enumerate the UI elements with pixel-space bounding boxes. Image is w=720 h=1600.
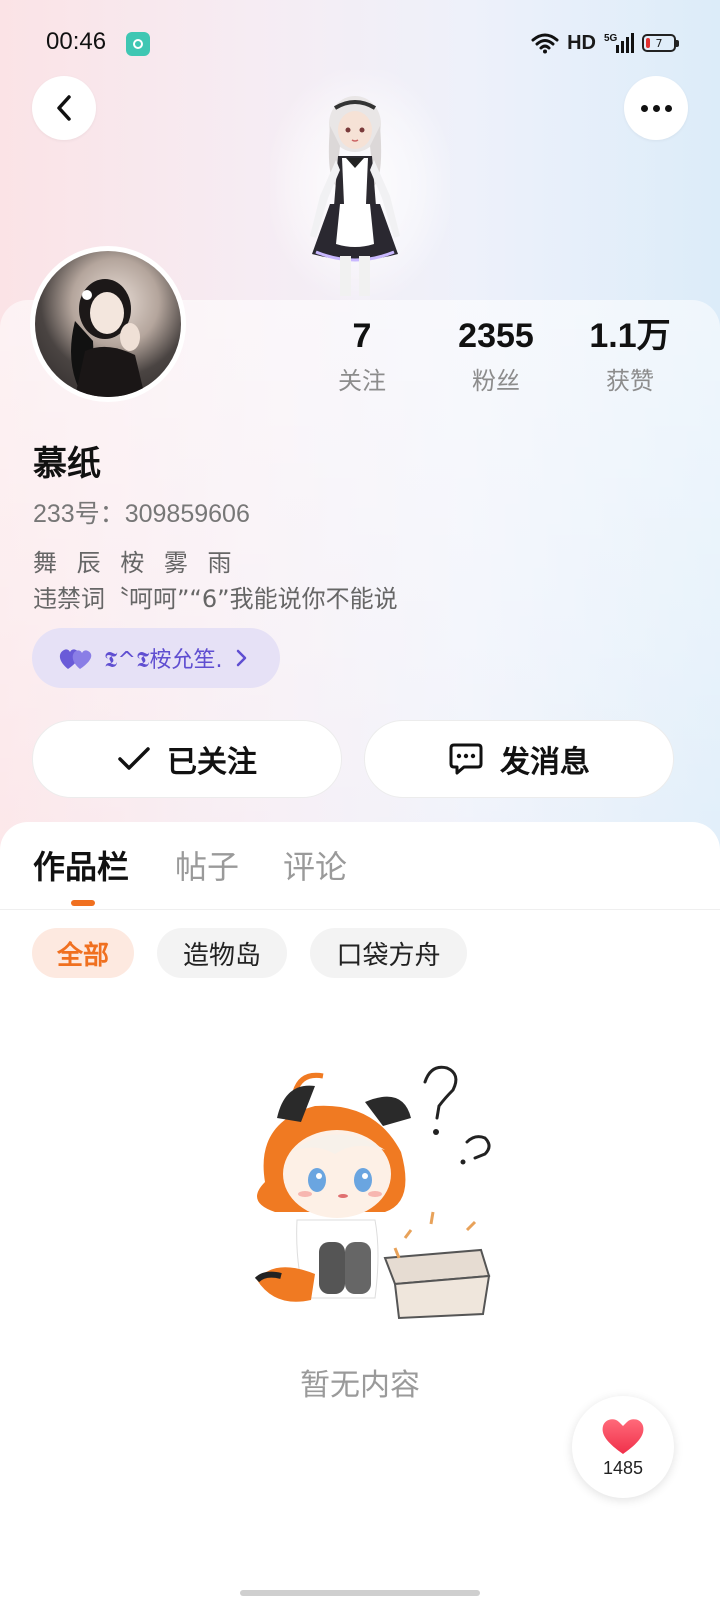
notification-app-icon xyxy=(126,32,150,56)
signal-5g-label: 5G xyxy=(604,33,618,44)
filter-chip-creation-island[interactable]: 造物岛 xyxy=(157,928,287,978)
content-tabs: 作品栏 帖子 评论 xyxy=(0,822,720,910)
battery-icon: 7 xyxy=(642,34,679,52)
filter-chip-pocket-ark[interactable]: 口袋方舟 xyxy=(310,928,467,978)
home-indicator[interactable] xyxy=(240,1590,480,1596)
like-button[interactable]: 1485 xyxy=(572,1396,674,1498)
signal-icon: 5G xyxy=(604,33,634,53)
group-name: 𝕿^𝕿桉允笙. xyxy=(104,648,223,673)
tab-works[interactable]: 作品栏 xyxy=(33,842,129,888)
tab-posts[interactable]: 帖子 xyxy=(175,842,239,888)
stat-likes[interactable]: 1.1万 获赞 xyxy=(560,316,700,396)
group-badge[interactable]: 𝕿^𝕿桉允笙. xyxy=(32,628,280,688)
followers-count: 2355 xyxy=(458,317,534,355)
back-button[interactable] xyxy=(32,76,96,140)
profile-uid: 233号：309859606 xyxy=(33,500,250,528)
following-label: 关注 xyxy=(338,367,386,395)
status-time: 00:46 xyxy=(46,28,107,55)
chat-bubble-icon xyxy=(449,743,483,775)
more-options-button[interactable] xyxy=(624,76,688,140)
profile-bio-line-2: 违禁词〝呵呵”“6”我能说你不能说 xyxy=(33,585,398,613)
chevron-left-icon xyxy=(57,95,71,121)
avatar-photo xyxy=(35,251,181,397)
character-figure[interactable] xyxy=(280,86,430,296)
chevron-right-icon xyxy=(237,649,247,667)
filter-chip-all[interactable]: 全部 xyxy=(32,928,134,978)
follow-button[interactable]: 已关注 xyxy=(32,720,342,798)
double-heart-icon xyxy=(59,649,92,669)
profile-name: 慕纸 xyxy=(33,444,101,484)
profile-bio-line-1: 舞 辰 桉 雾 雨 xyxy=(33,549,238,577)
empty-state-illustration xyxy=(254,1065,491,1320)
likes-label: 获赞 xyxy=(606,367,654,395)
check-icon xyxy=(118,747,150,770)
profile-stats: 7 关注 2355 粉丝 1.1万 获赞 xyxy=(300,316,700,406)
more-icon xyxy=(640,104,672,112)
send-message-button[interactable]: 发消息 xyxy=(364,720,674,798)
network-type-label: HD xyxy=(567,31,596,54)
send-message-label: 发消息 xyxy=(500,745,590,780)
likes-count: 1.1万 xyxy=(589,317,671,355)
heart-icon xyxy=(602,1418,644,1454)
followers-label: 粉丝 xyxy=(472,367,520,395)
stat-following[interactable]: 7 关注 xyxy=(292,316,432,396)
stat-followers[interactable]: 2355 粉丝 xyxy=(426,316,566,396)
active-tab-indicator xyxy=(71,900,95,906)
following-count: 7 xyxy=(352,317,372,355)
status-indicators: HD 5G 7 xyxy=(531,28,679,58)
follow-button-label: 已关注 xyxy=(167,745,257,780)
user-avatar[interactable] xyxy=(30,246,186,402)
tab-comments[interactable]: 评论 xyxy=(283,842,347,888)
like-count: 1485 xyxy=(602,1457,644,1478)
wifi-icon xyxy=(531,33,559,54)
battery-level: 7 xyxy=(655,36,663,50)
